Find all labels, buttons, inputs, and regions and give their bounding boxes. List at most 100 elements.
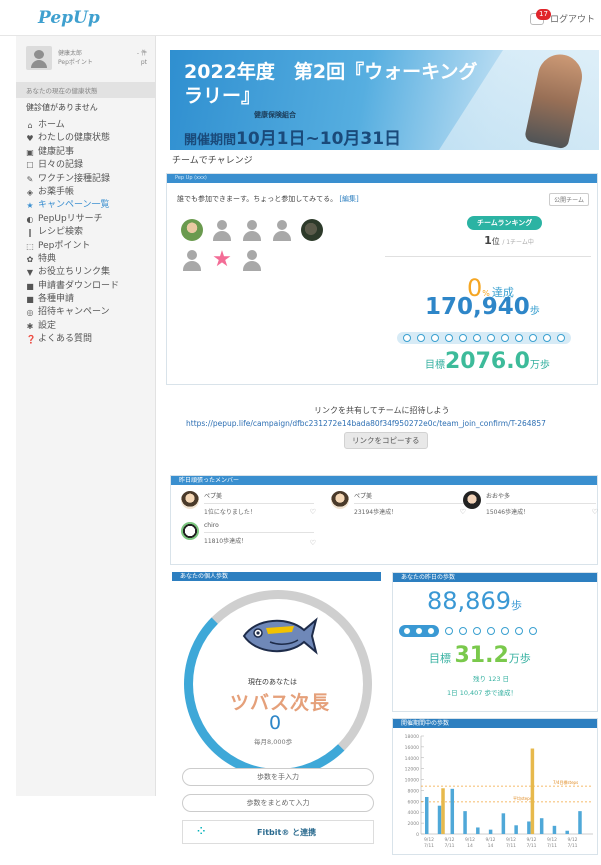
team-members: ★ bbox=[181, 219, 371, 279]
member-avatar[interactable] bbox=[301, 219, 323, 241]
share-url-link[interactable]: https://pepup.life/campaign/dfbc231272e1… bbox=[186, 419, 546, 428]
individual-goal: 毎月8,000歩 bbox=[254, 738, 293, 746]
sidebar-item-label: キャンペーン一覧 bbox=[38, 200, 110, 211]
y-tick-label: 12000 bbox=[405, 767, 419, 773]
profile-points-label: Pepポイント bbox=[58, 59, 93, 66]
member-avatar[interactable] bbox=[271, 219, 293, 241]
logout-area[interactable]: 17 ログアウト bbox=[529, 8, 595, 25]
profile[interactable]: 健康太郎 Pepポイント - 件 pt bbox=[16, 36, 155, 76]
sidebar-item-apply[interactable]: ■ 各種申請 bbox=[26, 293, 155, 306]
reference-line-label: 7/4目標steps bbox=[553, 779, 578, 785]
x-tick-label: 7/11 bbox=[506, 843, 516, 849]
y-tick-label: 2000 bbox=[408, 821, 420, 827]
list-item[interactable]: ペプ美 1位になりました！ ♡ bbox=[181, 491, 316, 516]
manual-input-button[interactable]: 歩数を手入力 bbox=[182, 768, 374, 786]
sidebar-nav: ⌂ ホーム ♥ わたしの健康状態 ▣ 健康記事 ☐ 日々の記録 ✎ ワクチン接種記録 ◈ お薬手帳 ★ キ… bbox=[16, 119, 155, 347]
member-avatar[interactable] bbox=[241, 219, 263, 241]
batch-input-button[interactable]: 歩数をまとめて入力 bbox=[182, 794, 374, 812]
public-team-badge[interactable]: 公開チーム bbox=[549, 193, 589, 206]
member-avatar[interactable] bbox=[181, 219, 203, 241]
points-icon: ⬚ bbox=[26, 241, 34, 251]
list-item[interactable]: おおや多 15046歩達成！ ♡ bbox=[463, 491, 598, 516]
profile-pt: pt bbox=[140, 59, 147, 66]
recent-members-title: 昨日頑張ったメンバー bbox=[171, 476, 597, 485]
avatar bbox=[463, 491, 481, 509]
yesterday-steps-card: あなたの昨日の歩数 88,869歩 目標 31.2万歩 残り 123 日 1日 … bbox=[392, 572, 598, 712]
x-tick-label: 7/11 bbox=[526, 843, 536, 849]
chart-bar bbox=[527, 821, 531, 834]
list-item[interactable]: chiro 11810歩達成！ ♡ bbox=[181, 522, 316, 547]
sidebar-item-home[interactable]: ⌂ ホーム bbox=[26, 119, 155, 132]
like-icon[interactable]: ♡ bbox=[310, 539, 316, 547]
member-avatar[interactable] bbox=[211, 219, 233, 241]
chart-title: 開催期間中の歩数 bbox=[393, 719, 597, 728]
sidebar-item-calendar[interactable]: ▣ 健康記事 bbox=[26, 146, 155, 159]
sidebar-item-syringe[interactable]: ✎ ワクチン接種記録 bbox=[26, 173, 155, 186]
chart-bar bbox=[530, 748, 535, 834]
sidebar-item-label: 各種申請 bbox=[38, 294, 75, 305]
days-left: 残り 123 日 bbox=[473, 675, 510, 683]
sidebar-item-link[interactable]: ▼ お役立ちリンク集 bbox=[26, 266, 155, 279]
sidebar-item-gift[interactable]: ✿ 特典 bbox=[26, 253, 155, 266]
yesterday-step-count: 88,869歩 bbox=[427, 587, 522, 615]
pill-icon: ◈ bbox=[26, 187, 34, 197]
gift-icon: ✿ bbox=[26, 254, 34, 264]
sidebar-item-settings[interactable]: ✱ 設定 bbox=[26, 320, 155, 333]
apply-icon: ■ bbox=[26, 295, 34, 305]
edit-link[interactable]: [編集] bbox=[339, 195, 358, 203]
chart-bar bbox=[539, 818, 544, 834]
avatar[interactable] bbox=[26, 46, 52, 70]
sidebar-item-pill[interactable]: ◈ お薬手帳 bbox=[26, 186, 155, 199]
sidebar: 健康太郎 Pepポイント - 件 pt あなたの現在の健康状態 健診値がありませ… bbox=[16, 36, 156, 796]
sidebar-item-label: Pepポイント bbox=[38, 240, 91, 251]
share-title: リンクを共有してチームに招待しよう bbox=[314, 406, 450, 415]
sidebar-item-faq[interactable]: ❓ よくある質問 bbox=[26, 333, 155, 346]
recipe-icon: ‖ bbox=[28, 228, 32, 238]
sidebar-item-recipe[interactable]: ‖ レシピ検索 bbox=[26, 226, 155, 239]
health-status-label: あなたの現在の健康状態 bbox=[16, 82, 155, 98]
y-tick-label: 18000 bbox=[405, 734, 419, 740]
sidebar-item-download[interactable]: ■ 申請書ダウンロード bbox=[26, 280, 155, 293]
star-icon[interactable]: ★ bbox=[211, 249, 233, 271]
member-avatar[interactable] bbox=[181, 249, 203, 271]
settings-icon: ✱ bbox=[26, 321, 34, 331]
sidebar-item-star[interactable]: ★ キャンペーン一覧 bbox=[26, 199, 155, 212]
reference-line-label: 平均steps bbox=[513, 795, 532, 801]
yesterday-goal: 目標 31.2万歩 bbox=[429, 643, 531, 668]
like-icon[interactable]: ♡ bbox=[310, 508, 316, 516]
team-tab[interactable]: Pep Up (xxx) bbox=[167, 174, 597, 183]
sidebar-item-label: お役立ちリンク集 bbox=[38, 267, 111, 278]
fitbit-icon: ⁘ bbox=[197, 826, 206, 837]
fitbit-connect-button[interactable]: ⁘ Fitbit® と連携 bbox=[182, 820, 374, 844]
diary-icon: ☐ bbox=[26, 161, 34, 171]
sidebar-item-points[interactable]: ⬚ Pepポイント bbox=[26, 240, 155, 253]
x-tick-label: 14 bbox=[467, 843, 473, 849]
y-tick-label: 14000 bbox=[405, 756, 419, 762]
campaign-banner: 2022年度 第2回『ウォーキング ラリー』 健康保険組合 開催期間10月1日~… bbox=[170, 50, 599, 150]
y-tick-label: 10000 bbox=[405, 778, 419, 784]
pepup-logo[interactable]: PepUp bbox=[38, 8, 100, 28]
syringe-icon: ✎ bbox=[26, 174, 34, 184]
sidebar-item-label: ホーム bbox=[38, 120, 65, 130]
like-icon[interactable]: ♡ bbox=[592, 508, 598, 516]
campaign-title: 2022年度 第2回『ウォーキング ラリー』 bbox=[184, 61, 478, 107]
chart-bar bbox=[514, 825, 518, 834]
notification-bell-icon[interactable]: 17 bbox=[529, 8, 551, 25]
chart-bar bbox=[501, 813, 506, 834]
research-icon: ◐ bbox=[26, 214, 34, 224]
sidebar-item-diary[interactable]: ☐ 日々の記録 bbox=[26, 159, 155, 172]
x-tick-label: 7/11 bbox=[567, 843, 577, 849]
logout-link[interactable]: ログアウト bbox=[550, 12, 595, 25]
chart-bar bbox=[552, 825, 557, 834]
sidebar-item-research[interactable]: ◐ PepUpリサーチ bbox=[26, 213, 155, 226]
sidebar-item-invite[interactable]: ◎ 招待キャンペーン bbox=[26, 306, 155, 319]
member-avatar[interactable] bbox=[241, 249, 263, 271]
list-item[interactable]: ペプ美 23194歩達成！ ♡ bbox=[331, 491, 466, 516]
health-status-message: 健診値がありません bbox=[26, 103, 98, 112]
copy-link-button[interactable]: リンクをコピーする bbox=[344, 432, 428, 449]
invite-icon: ◎ bbox=[26, 308, 34, 318]
sidebar-item-label: 健康記事 bbox=[38, 146, 75, 157]
team-ranking-badge: チームランキング bbox=[467, 216, 543, 230]
link-icon: ▼ bbox=[26, 268, 34, 278]
sidebar-item-heart[interactable]: ♥ わたしの健康状態 bbox=[26, 132, 155, 145]
